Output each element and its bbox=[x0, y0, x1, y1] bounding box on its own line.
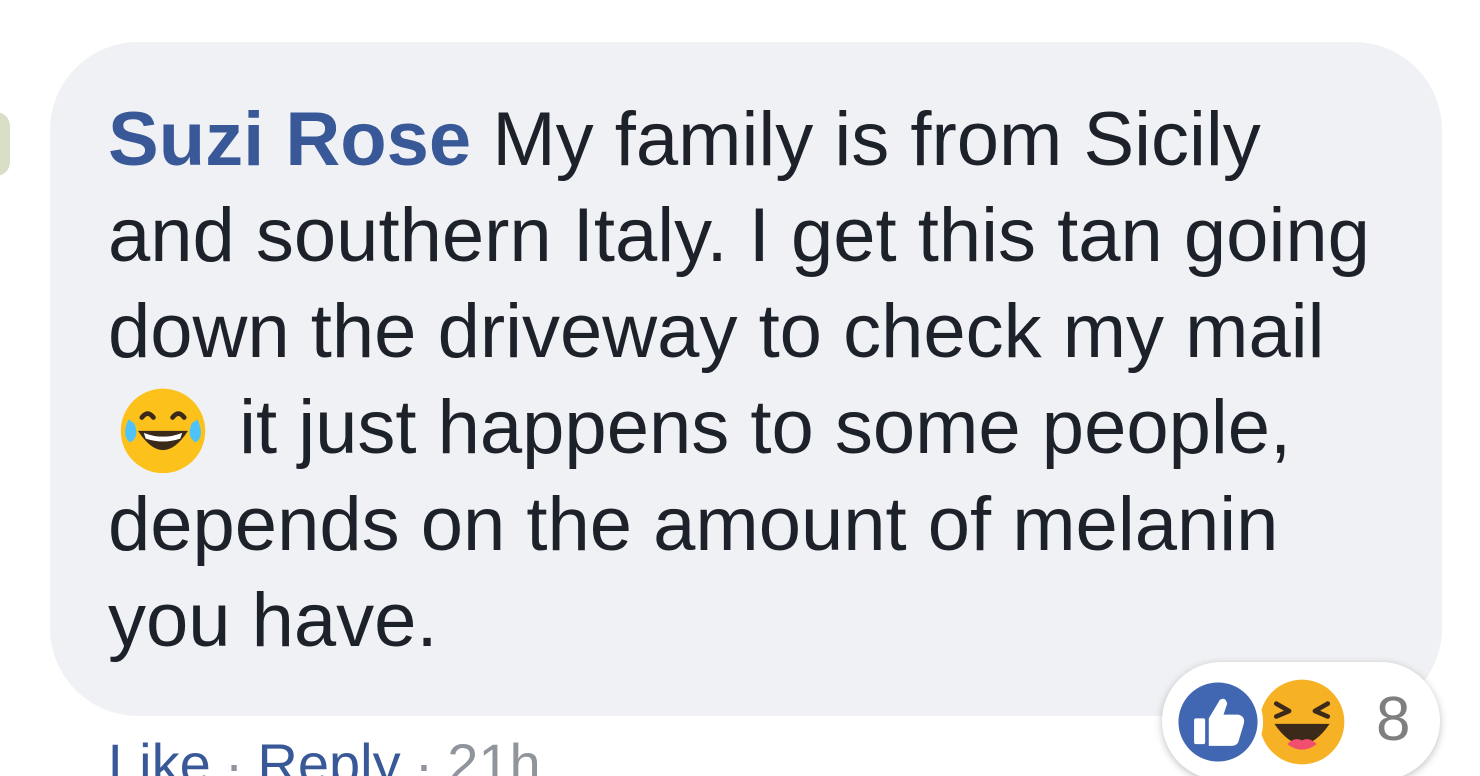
haha-reaction-icon bbox=[1256, 676, 1348, 768]
comment-author-link[interactable]: Suzi Rose bbox=[108, 97, 471, 182]
tears-of-joy-emoji-icon bbox=[114, 381, 212, 477]
comment-text-part-2: it just happens to some people, depends … bbox=[108, 385, 1292, 663]
like-reaction-icon bbox=[1172, 676, 1264, 768]
separator: · bbox=[224, 732, 244, 776]
reply-link[interactable]: Reply bbox=[257, 732, 400, 776]
comment-container: Suzi Rose My family is from Sicily and s… bbox=[0, 0, 1480, 776]
separator: · bbox=[414, 732, 434, 776]
reaction-count: 8 bbox=[1376, 685, 1411, 754]
like-link[interactable]: Like bbox=[108, 732, 211, 776]
reactions-summary[interactable]: 8 bbox=[1162, 662, 1440, 776]
comment-timestamp[interactable]: 21h bbox=[447, 732, 540, 776]
comment-actions: Like · Reply · 21h bbox=[108, 732, 541, 776]
comment-body: Suzi Rose My family is from Sicily and s… bbox=[108, 92, 1408, 669]
commenter-avatar[interactable] bbox=[0, 112, 10, 176]
